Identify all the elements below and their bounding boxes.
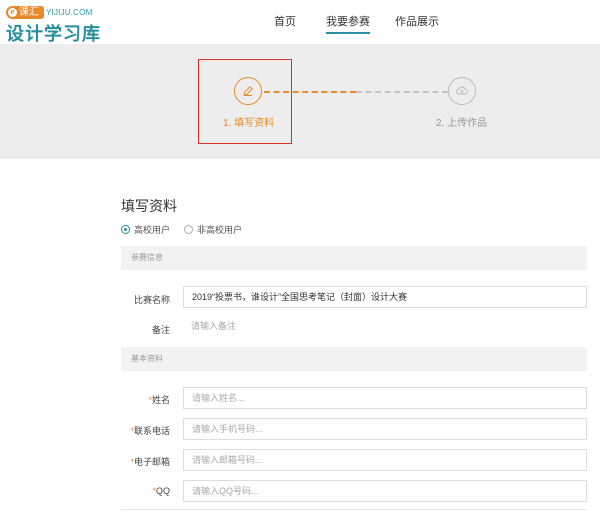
highlight-box xyxy=(198,59,292,144)
email-input[interactable]: 请输入邮箱号码... xyxy=(183,449,587,471)
phone-label: *联系电话 xyxy=(130,426,170,436)
nav-item-join[interactable]: 我要参赛 xyxy=(326,13,370,34)
qq-input[interactable]: 请输入QQ号码... xyxy=(183,480,587,502)
competition-name-label: 比赛名称 xyxy=(133,295,170,305)
header: e 课汇 YIJIJU.COM 设计学习库 首页 我要参赛 作品展示 xyxy=(0,0,600,44)
phone-input[interactable]: 请输入手机号码... xyxy=(183,418,587,440)
form-title: 填写资料 xyxy=(121,198,177,214)
logo-title: 设计学习库 xyxy=(6,24,101,44)
name-input[interactable]: 请输入姓名... xyxy=(183,387,587,409)
section-basic-info: 基本资料 xyxy=(121,347,587,371)
name-label: *姓名 xyxy=(148,395,170,405)
logo-mark-icon: e xyxy=(8,8,17,17)
section-competition-info: 参赛信息 xyxy=(121,246,587,270)
step-2-label: 2. 上传作品 xyxy=(436,118,488,129)
remark-label: 备注 xyxy=(151,325,170,335)
cloud-icon xyxy=(448,77,476,105)
logo-badge-text: 课汇 xyxy=(19,7,39,18)
user-type-radio-group: 高校用户 非高校用户 xyxy=(121,223,242,236)
logo-domain: YIJIJU.COM xyxy=(46,8,93,17)
divider xyxy=(121,509,587,510)
competition-name-field[interactable]: 2019“投票书，谁设计”全国思考笔记（封面）设计大赛 xyxy=(183,286,587,308)
qq-label: *QQ xyxy=(152,486,170,496)
progress-steps: 1. 填写资料 2. 上传作品 xyxy=(0,44,600,159)
nav-item-works[interactable]: 作品展示 xyxy=(395,13,439,29)
radio-non-university[interactable] xyxy=(184,225,194,234)
site-logo[interactable]: e 课汇 YIJIJU.COM 设计学习库 xyxy=(6,6,106,44)
radio-university[interactable] xyxy=(121,225,130,234)
radio-university-label[interactable]: 高校用户 xyxy=(134,223,170,236)
email-label: *电子邮箱 xyxy=(130,457,170,467)
step-connector-pending xyxy=(356,91,448,93)
radio-non-university-label[interactable]: 非高校用户 xyxy=(197,223,242,236)
nav-item-home[interactable]: 首页 xyxy=(274,13,296,29)
logo-badge: e 课汇 xyxy=(6,6,44,19)
remark-input[interactable]: 请输入备注 xyxy=(183,316,587,338)
